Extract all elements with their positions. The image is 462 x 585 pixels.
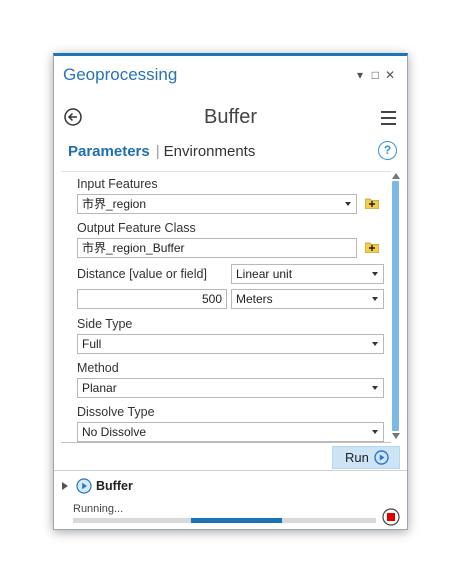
input-features-label: Input Features	[77, 177, 158, 191]
chevron-down-icon	[372, 430, 378, 434]
chevron-down-icon	[372, 272, 378, 276]
method-label: Method	[77, 361, 119, 375]
tab-separator: |	[155, 143, 160, 160]
job-status: Running...	[73, 503, 124, 515]
tab-environments[interactable]: Environments	[164, 143, 256, 160]
run-button-label: Run	[345, 450, 369, 465]
output-feature-class-value: 市界_region_Buffer	[82, 241, 185, 255]
chevron-down-icon	[372, 342, 378, 346]
chevron-down-icon	[345, 202, 351, 206]
side-type-label: Side Type	[77, 317, 133, 331]
dissolve-type-value: No Dissolve	[82, 425, 147, 439]
job-progress-bar	[73, 518, 376, 523]
side-type-value: Full	[82, 337, 102, 351]
distance-mode-dropdown[interactable]: Linear unit	[231, 264, 384, 284]
input-features-value: 市界_region	[82, 197, 147, 211]
method-value: Planar	[82, 381, 117, 395]
hamburger-menu-icon[interactable]	[381, 111, 396, 125]
close-icon[interactable]: ✕	[385, 68, 395, 82]
distance-unit-dropdown[interactable]: Meters	[231, 289, 384, 309]
output-feature-class-label: Output Feature Class	[77, 221, 196, 235]
folder-add-icon[interactable]	[365, 197, 379, 209]
job-divider	[54, 470, 407, 471]
maximize-icon[interactable]: □	[372, 68, 379, 82]
distance-mode-value: Linear unit	[236, 267, 293, 281]
parameters-panel: Input Features 市界_region Output Feature …	[61, 171, 391, 443]
distance-value-input[interactable]: 500	[77, 289, 227, 309]
pin-dropdown-icon[interactable]: ▾	[357, 68, 363, 82]
scroll-up-icon[interactable]	[392, 173, 400, 179]
tab-parameters[interactable]: Parameters	[68, 143, 150, 160]
distance-label: Distance [value or field]	[77, 267, 207, 281]
distance-value: 500	[201, 292, 222, 306]
scroll-down-icon[interactable]	[392, 433, 400, 439]
tool-title: Buffer	[204, 106, 257, 128]
pane-title: Geoprocessing	[63, 65, 178, 84]
job-progress-fill	[191, 518, 283, 523]
dissolve-type-label: Dissolve Type	[77, 405, 155, 419]
chevron-down-icon	[372, 297, 378, 301]
method-dropdown[interactable]: Planar	[77, 378, 384, 398]
geoprocessing-pane: Geoprocessing ▾ □ ✕ Buffer Parameters | En…	[53, 53, 408, 530]
folder-browse-icon[interactable]	[365, 241, 379, 253]
input-features-dropdown[interactable]: 市界_region	[77, 194, 357, 214]
distance-unit-value: Meters	[236, 292, 273, 306]
play-icon	[374, 450, 389, 465]
tool-tabs: Parameters | Environments	[68, 143, 255, 165]
tool-header: Buffer	[54, 98, 407, 138]
job-name[interactable]: Buffer	[96, 479, 133, 493]
expand-arrow-icon[interactable]	[62, 482, 68, 490]
pane-titlebar: Geoprocessing ▾ □ ✕	[54, 56, 407, 94]
chevron-down-icon	[372, 386, 378, 390]
job-running-icon	[76, 478, 92, 494]
help-icon[interactable]: ?	[378, 141, 397, 160]
parameters-scrollbar[interactable]	[391, 171, 401, 441]
run-button[interactable]: Run	[332, 446, 400, 469]
stop-icon[interactable]	[382, 508, 400, 526]
output-feature-class-input[interactable]: 市界_region_Buffer	[77, 238, 357, 258]
scroll-thumb[interactable]	[392, 181, 399, 431]
dissolve-type-dropdown[interactable]: No Dissolve	[77, 422, 384, 442]
side-type-dropdown[interactable]: Full	[77, 334, 384, 354]
